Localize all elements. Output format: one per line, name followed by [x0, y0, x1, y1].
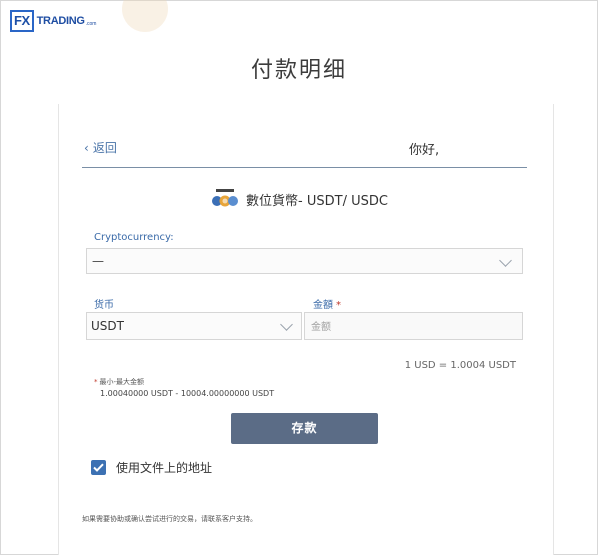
support-note: 如果需要协助或确认尝试进行的交易，请联系客户支持。: [82, 515, 257, 523]
currency-selected: USDT: [91, 319, 124, 333]
checkmark-icon: [93, 463, 104, 472]
chevron-down-icon: [499, 254, 512, 267]
currency-field-label: 货币: [94, 300, 114, 311]
payment-method-label: 數位貨幣- USDT/ USDC: [246, 193, 388, 209]
chevron-down-icon: [280, 318, 293, 331]
limits-title: * 最小-最大金额: [94, 377, 144, 387]
page-title: 付款明细: [250, 58, 347, 83]
deposit-button[interactable]: 存款: [231, 413, 378, 444]
amount-input[interactable]: [309, 317, 518, 337]
chevron-left-icon: ‹: [84, 141, 89, 155]
logo-text: TRADING: [36, 15, 85, 27]
crypto-field-label: Cryptocurrency:: [94, 232, 174, 243]
use-address-checkbox[interactable]: [91, 460, 106, 475]
limits-star: *: [94, 378, 98, 386]
cryptocurrency-select[interactable]: —: [86, 248, 523, 274]
logo-suffix: .com: [85, 20, 97, 27]
required-mark: *: [336, 300, 341, 311]
use-address-row[interactable]: 使用文件上的地址: [91, 459, 212, 476]
amount-label-text: 金額: [313, 300, 333, 311]
exchange-rate: 1 USD = 1.0004 USDT: [404, 360, 516, 371]
payment-method-header: 數位貨幣- USDT/ USDC: [0, 189, 598, 209]
amount-field[interactable]: [304, 312, 523, 340]
back-label: 返回: [92, 141, 117, 155]
limits-value: 1.00040000 USDT - 10004.00000000 USDT: [100, 389, 275, 398]
limits-title-text: 最小-最大金额: [99, 378, 145, 386]
brand-logo[interactable]: FX TRADING .com: [10, 9, 96, 33]
use-address-label: 使用文件上的地址: [116, 461, 213, 475]
crypto-coins-icon: [210, 189, 240, 209]
back-link[interactable]: ‹ 返回: [84, 139, 117, 156]
divider: [82, 167, 527, 168]
logo-fx: FX: [10, 10, 34, 32]
cryptocurrency-selected: —: [92, 254, 104, 268]
greeting: 你好,: [409, 143, 440, 158]
amount-field-label: 金額 *: [313, 296, 341, 311]
currency-select[interactable]: USDT: [86, 312, 302, 340]
